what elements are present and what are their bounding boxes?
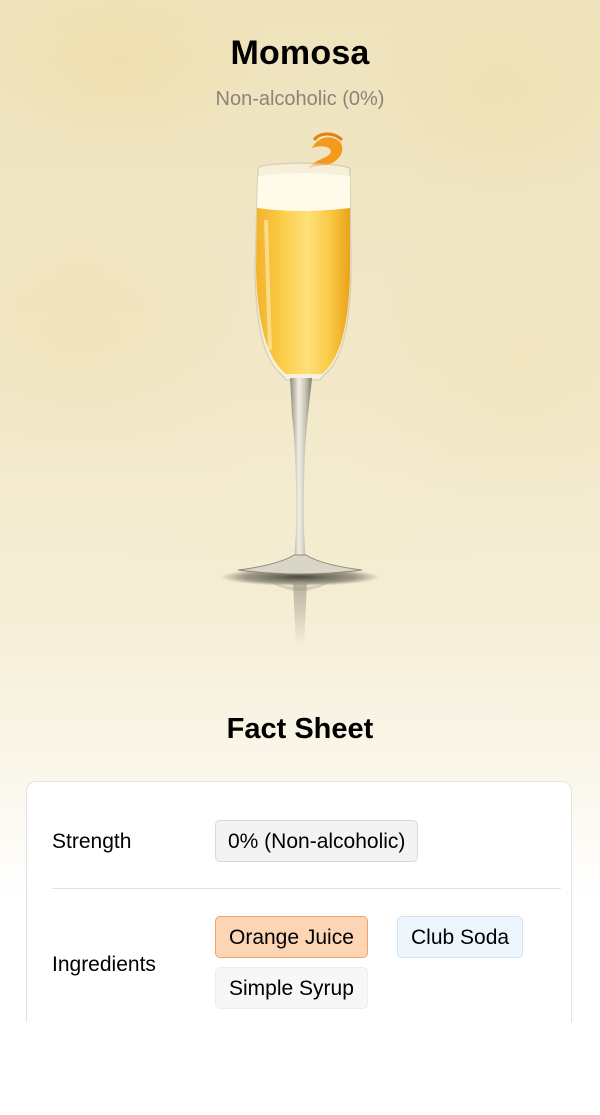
drink-subtitle: Non-alcoholic (0%) [215,88,385,110]
strength-label: Strength [52,830,132,853]
drink-title: Momosa [230,34,370,72]
strength-value-chip: 0% (Non-alcoholic) [215,820,419,862]
champagne-flute-illustration [220,132,380,645]
ingredients-label: Ingredients [52,953,156,976]
ingredient-chip-orange-juice[interactable]: Orange Juice [215,916,368,958]
row-divider [52,888,561,889]
ingredient-chip-club-soda[interactable]: Club Soda [397,916,524,958]
ingredient-chip-simple-syrup[interactable]: Simple Syrup [215,967,368,1009]
bottom-blank-area [0,1022,600,1115]
fact-sheet-card: Strength 0% (Non-alcoholic) Ingredients … [26,781,572,1022]
drink-image [200,130,400,655]
fact-sheet-title: Fact Sheet [226,713,374,745]
